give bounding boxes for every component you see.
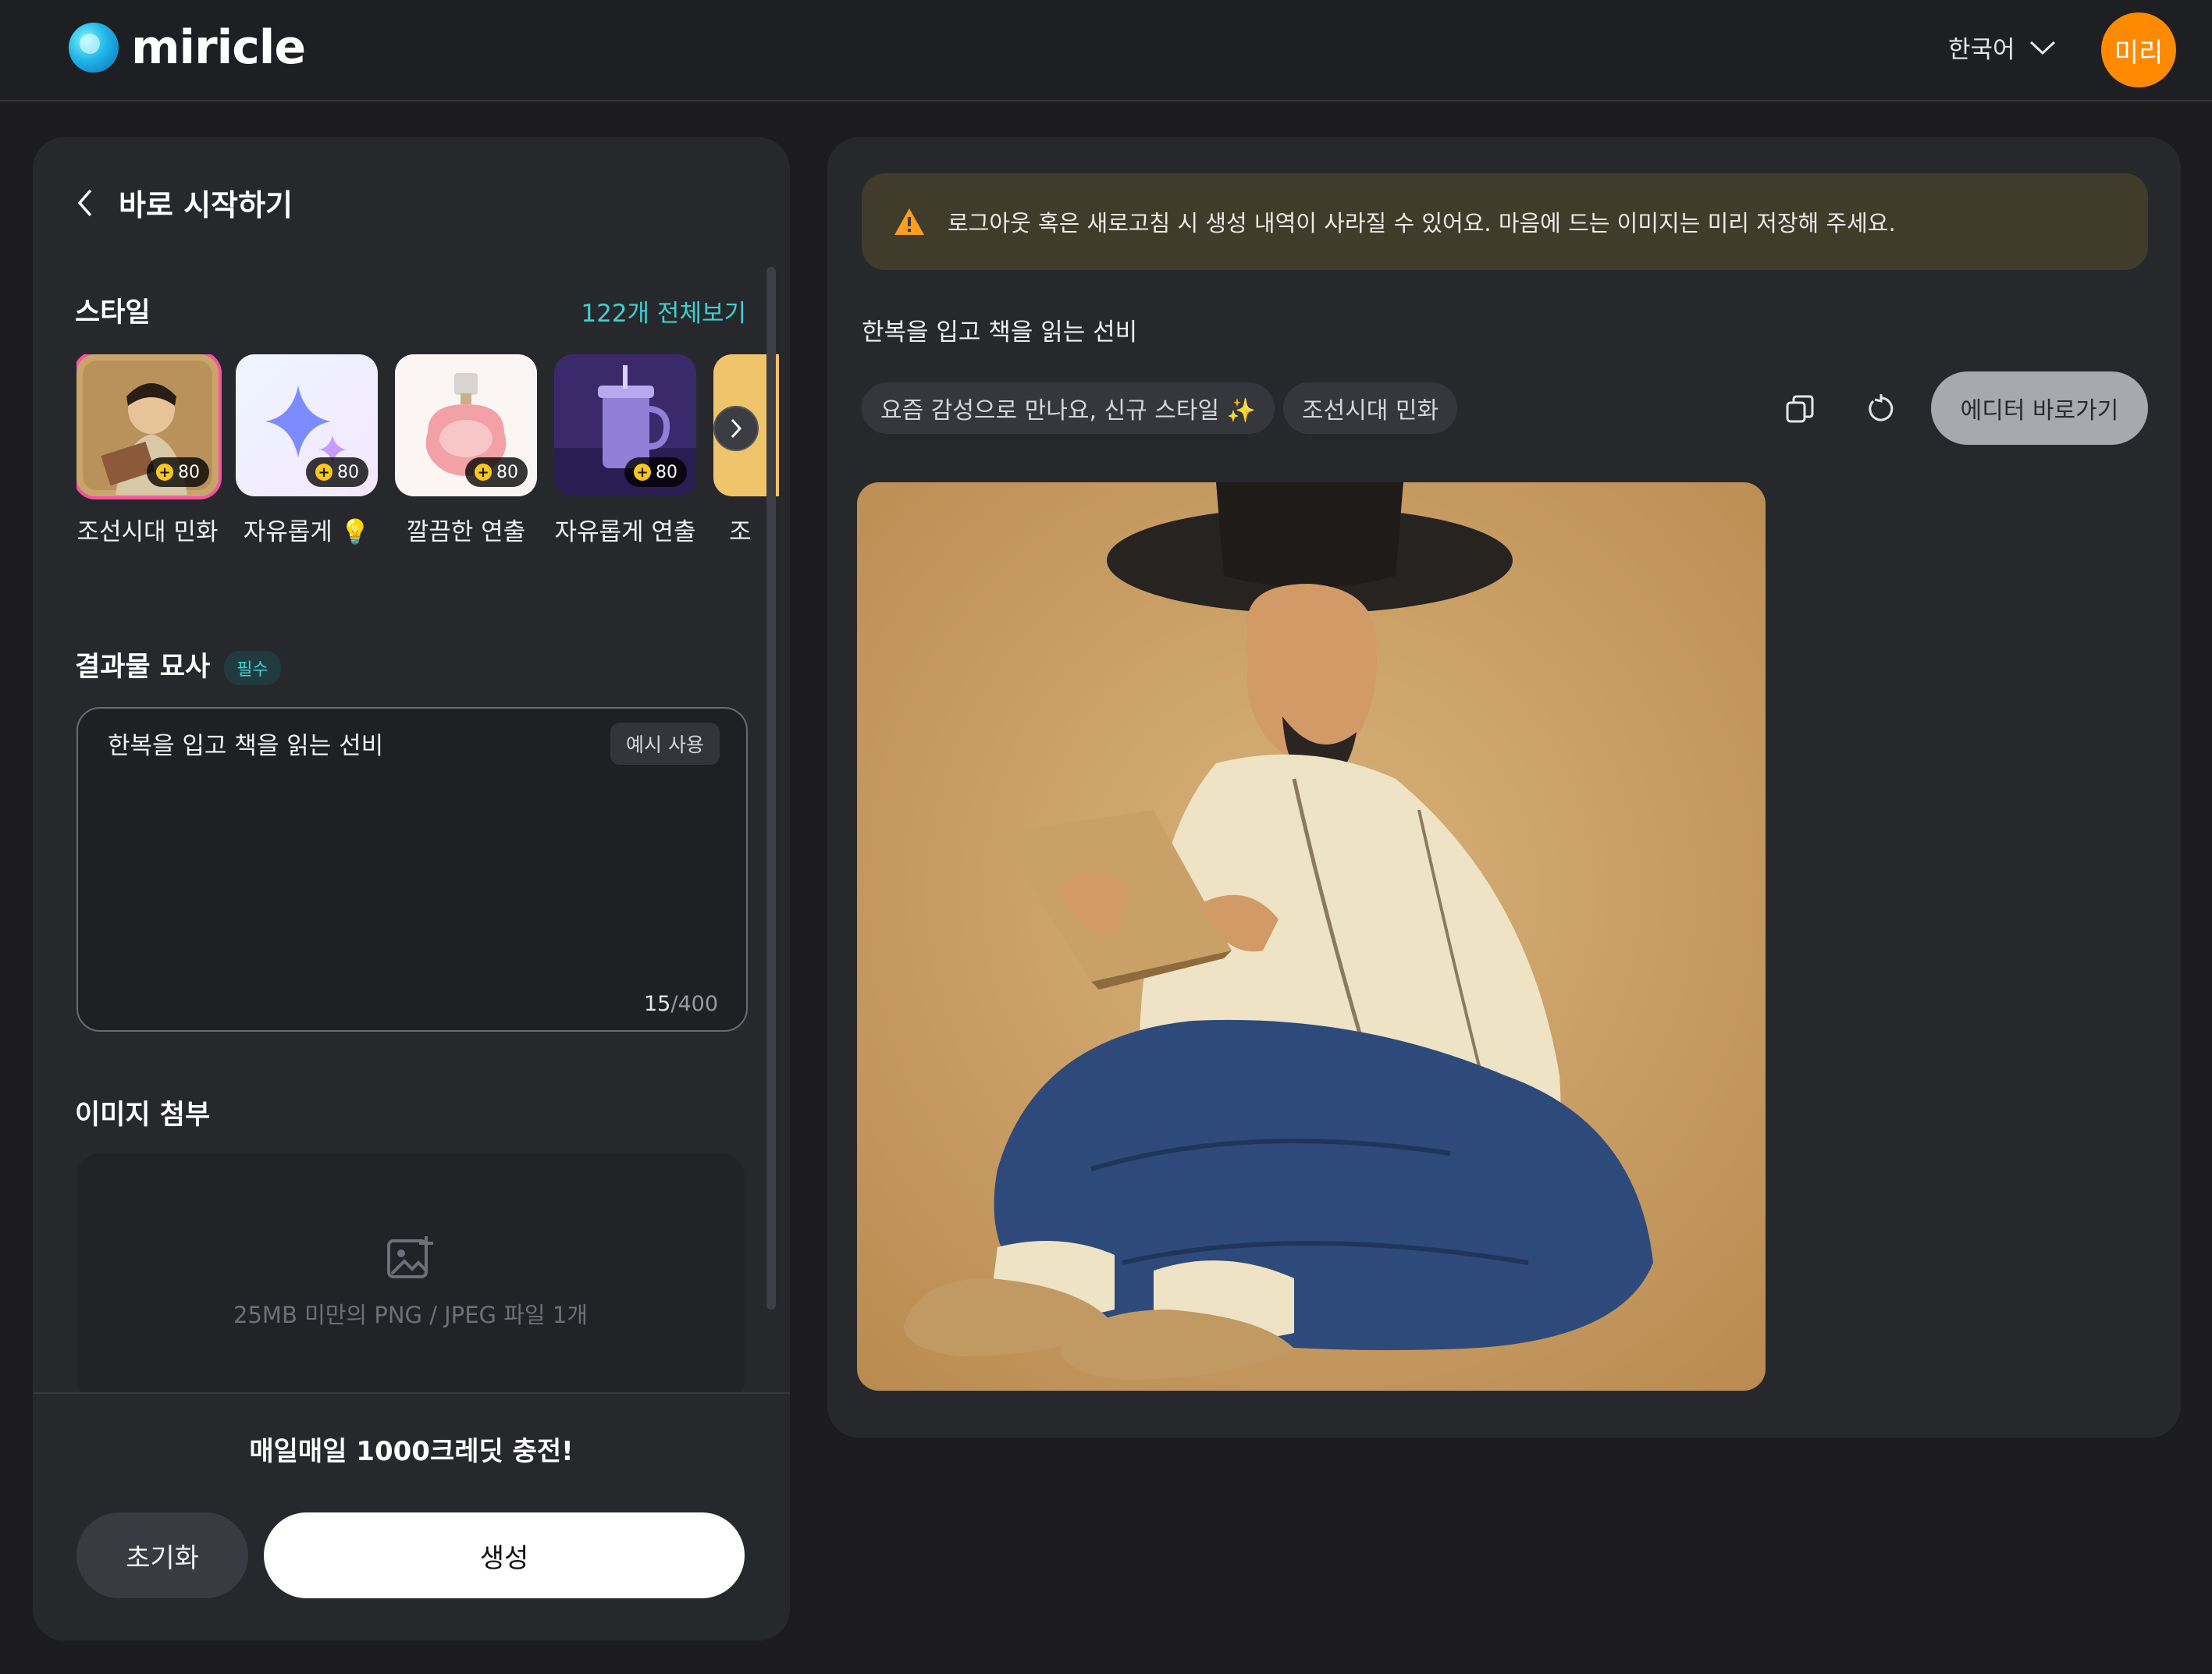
style-label: 조선시대 민화 — [76, 518, 219, 546]
use-example-button[interactable]: 예시 사용 — [610, 723, 720, 765]
description-textarea[interactable]: 한복을 입고 책을 읽는 선비 예시 사용 15/400 — [76, 707, 748, 1032]
style-chip[interactable]: 요즘 감성으로 만나요, 신규 스타일 ✨ — [862, 382, 1275, 434]
description-value[interactable]: 한복을 입고 책을 읽는 선비 — [108, 726, 383, 761]
back-chevron-icon[interactable] — [75, 187, 95, 219]
warning-icon — [894, 208, 924, 235]
attach-section-title: 이미지 첨부 — [75, 1100, 211, 1131]
description-section-title: 결과물 묘사 필수 — [75, 645, 281, 685]
style-carousel: +80 조선시대 민화 +80 자유롭게 💡 + 80 깔끔한 연출 + 80 … — [76, 354, 779, 565]
language-selector[interactable]: 한국어 — [1948, 30, 2056, 65]
generate-button[interactable]: 생성 — [264, 1512, 745, 1598]
logo[interactable]: miricle — [69, 20, 306, 75]
style-label: 자유롭게 💡 — [243, 518, 371, 546]
seonbi-reading-illustration — [857, 482, 1766, 1391]
style-card[interactable]: +80 깔끔한 연출 — [395, 354, 537, 547]
upload-hint: 25MB 미만의 PNG / JPEG 파일 1개 — [233, 1302, 588, 1328]
left-panel: 바로 시작하기 스타일 122개 전체보기 +80 조선시대 민화 + 80 자… — [33, 137, 790, 1640]
chevron-down-icon — [2029, 41, 2055, 55]
style-section-title: 스타일 — [75, 297, 151, 329]
coin-icon: + — [475, 464, 492, 481]
style-label: 깔끔한 연출 — [406, 518, 526, 546]
promo-text: 매일매일 1000크레딧 충전! — [249, 1436, 574, 1467]
credit-badge: +80 — [306, 457, 368, 487]
style-thumbnail: +80 — [76, 354, 219, 496]
copy-icon — [1786, 395, 1814, 423]
style-thumbnail: +80 — [236, 354, 378, 496]
warning-banner: 로그아웃 혹은 새로고침 시 생성 내역이 사라질 수 있어요. 마음에 드는 … — [862, 173, 2148, 270]
image-add-icon — [387, 1236, 433, 1278]
warning-text: 로그아웃 혹은 새로고침 시 생성 내역이 사라질 수 있어요. 마음에 드는 … — [948, 210, 1896, 236]
result-prompt: 한복을 입고 책을 읽는 선비 — [862, 318, 1138, 347]
result-panel: 로그아웃 혹은 새로고침 시 생성 내역이 사라질 수 있어요. 마음에 드는 … — [827, 137, 2181, 1438]
language-label: 한국어 — [1948, 36, 2015, 64]
character-count: 15/400 — [644, 992, 718, 1016]
top-bar: miricle 한국어 미리 — [0, 0, 2212, 101]
logo-text: miricle — [131, 20, 306, 75]
panel-title: 바로 시작하기 — [119, 188, 293, 222]
generated-image[interactable] — [857, 482, 1766, 1391]
regenerate-button[interactable] — [1859, 387, 1903, 431]
description-section-label: 결과물 묘사 — [75, 652, 211, 683]
coin-icon: + — [156, 464, 173, 481]
editor-shortcut-button[interactable]: 에디터 바로가기 — [1931, 371, 2148, 445]
view-all-styles-link[interactable]: 122개 전체보기 — [581, 293, 746, 329]
credit-badge: +80 — [465, 457, 528, 487]
style-thumbnail: +80 — [554, 354, 696, 496]
chevron-right-icon — [731, 418, 742, 439]
required-badge: 필수 — [224, 651, 281, 685]
coin-icon: + — [315, 464, 333, 481]
action-bar: 매일매일 1000크레딧 충전! 초기화 생성 — [33, 1392, 790, 1640]
copy-button[interactable] — [1778, 387, 1822, 431]
style-card[interactable]: +80 자유롭게 연출 — [554, 354, 696, 547]
style-card[interactable]: +80 자유롭게 💡 — [236, 354, 378, 547]
panel-header: 바로 시작하기 — [75, 181, 293, 224]
logo-mark-icon — [69, 23, 119, 73]
style-card[interactable]: +80 조선시대 민화 — [76, 354, 219, 547]
image-upload-dropzone[interactable]: 25MB 미만의 PNG / JPEG 파일 1개 — [76, 1153, 745, 1403]
credit-badge: +80 — [147, 457, 209, 487]
left-panel-scrollbar[interactable] — [766, 267, 776, 1310]
style-label: 자유롭게 연출 — [554, 518, 696, 546]
reset-button[interactable]: 초기화 — [76, 1512, 248, 1598]
avatar[interactable]: 미리 — [2101, 12, 2176, 87]
style-chip[interactable]: 조선시대 민화 — [1283, 382, 1458, 434]
coin-icon: + — [634, 464, 651, 481]
refresh-icon — [1869, 394, 1894, 421]
credit-badge: +80 — [624, 457, 687, 487]
style-thumbnail: +80 — [395, 354, 537, 496]
carousel-next-button[interactable] — [713, 406, 759, 451]
